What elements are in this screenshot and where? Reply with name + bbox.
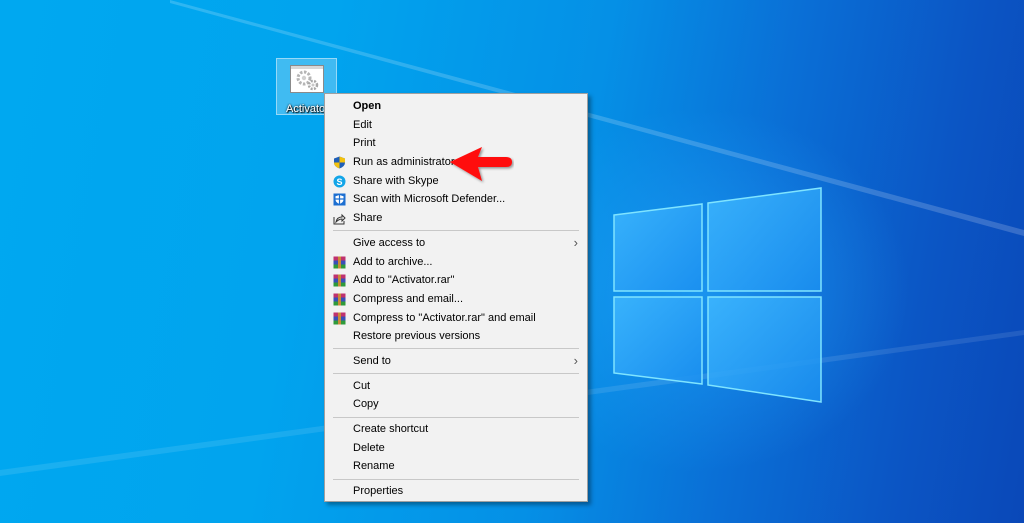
- menu-item-open[interactable]: Open: [325, 97, 587, 116]
- menu-item-label: Properties: [353, 485, 404, 498]
- winrar-icon: [333, 274, 346, 287]
- menu-item-add-to-archive[interactable]: Add to archive...: [325, 253, 587, 272]
- menu-item-rename[interactable]: Rename: [325, 457, 587, 476]
- menu-item-share[interactable]: Share: [325, 209, 587, 228]
- menu-item-label: Add to "Activator.rar": [353, 274, 455, 287]
- menu-item-label: Copy: [353, 398, 379, 411]
- svg-text:S: S: [336, 177, 342, 187]
- winrar-icon: [333, 293, 346, 306]
- winrar-icon: [333, 256, 346, 269]
- menu-item-give-access-to[interactable]: Give access to ›: [325, 234, 587, 253]
- menu-item-label: Run as administrator: [353, 156, 455, 169]
- menu-item-label: Compress and email...: [353, 292, 464, 305]
- red-arrow-annotation: [450, 147, 512, 181]
- chevron-right-icon: ›: [573, 234, 578, 250]
- menu-item-label: Scan with Microsoft Defender...: [353, 193, 506, 206]
- uac-shield-icon: [333, 156, 346, 169]
- menu-separator: [333, 416, 579, 418]
- menu-separator: [333, 230, 579, 232]
- menu-item-compress-to-activator-rar-and-email[interactable]: Compress to "Activator.rar" and email: [325, 309, 587, 328]
- menu-item-label: Cut: [353, 379, 371, 392]
- menu-item-label: Create shortcut: [353, 423, 429, 435]
- menu-item-copy[interactable]: Copy: [325, 395, 587, 414]
- menu-item-scan-with-microsoft-defender[interactable]: Scan with Microsoft Defender...: [325, 190, 587, 209]
- menu-item-label: Share with Skype: [353, 174, 439, 187]
- menu-item-label: Give access to: [353, 236, 426, 249]
- menu-separator: [333, 348, 579, 350]
- menu-item-properties[interactable]: Properties: [325, 482, 587, 501]
- menu-item-label: Open: [353, 100, 382, 112]
- menu-item-compress-and-email[interactable]: Compress and email...: [325, 290, 587, 309]
- menu-item-label: Edit: [353, 118, 372, 131]
- menu-item-label: Restore previous versions: [353, 330, 481, 343]
- menu-item-label: Print: [353, 137, 376, 150]
- menu-item-cut[interactable]: Cut: [325, 377, 587, 396]
- exe-gear-icon: [290, 65, 324, 93]
- menu-item-send-to[interactable]: Send to ›: [325, 352, 587, 371]
- menu-item-delete[interactable]: Delete: [325, 439, 587, 458]
- menu-item-label: Add to archive...: [353, 255, 433, 268]
- menu-item-create-shortcut[interactable]: Create shortcut: [325, 420, 587, 439]
- menu-item-label: Compress to "Activator.rar" and email: [353, 311, 536, 324]
- menu-item-label: Share: [353, 212, 383, 225]
- menu-item-label: Send to: [353, 354, 391, 367]
- menu-separator: [333, 478, 579, 480]
- chevron-right-icon: ›: [573, 352, 578, 368]
- menu-item-add-to-activator-rar[interactable]: Add to "Activator.rar": [325, 271, 587, 290]
- menu-item-label: Rename: [353, 460, 395, 473]
- menu-separator: [333, 373, 579, 375]
- skype-icon: S: [333, 175, 346, 188]
- share-icon: [333, 212, 346, 225]
- menu-item-restore-previous-versions[interactable]: Restore previous versions: [325, 327, 587, 346]
- winrar-icon: [333, 312, 346, 325]
- defender-icon: [333, 193, 346, 206]
- menu-item-edit[interactable]: Edit: [325, 116, 587, 135]
- menu-item-label: Delete: [353, 441, 385, 454]
